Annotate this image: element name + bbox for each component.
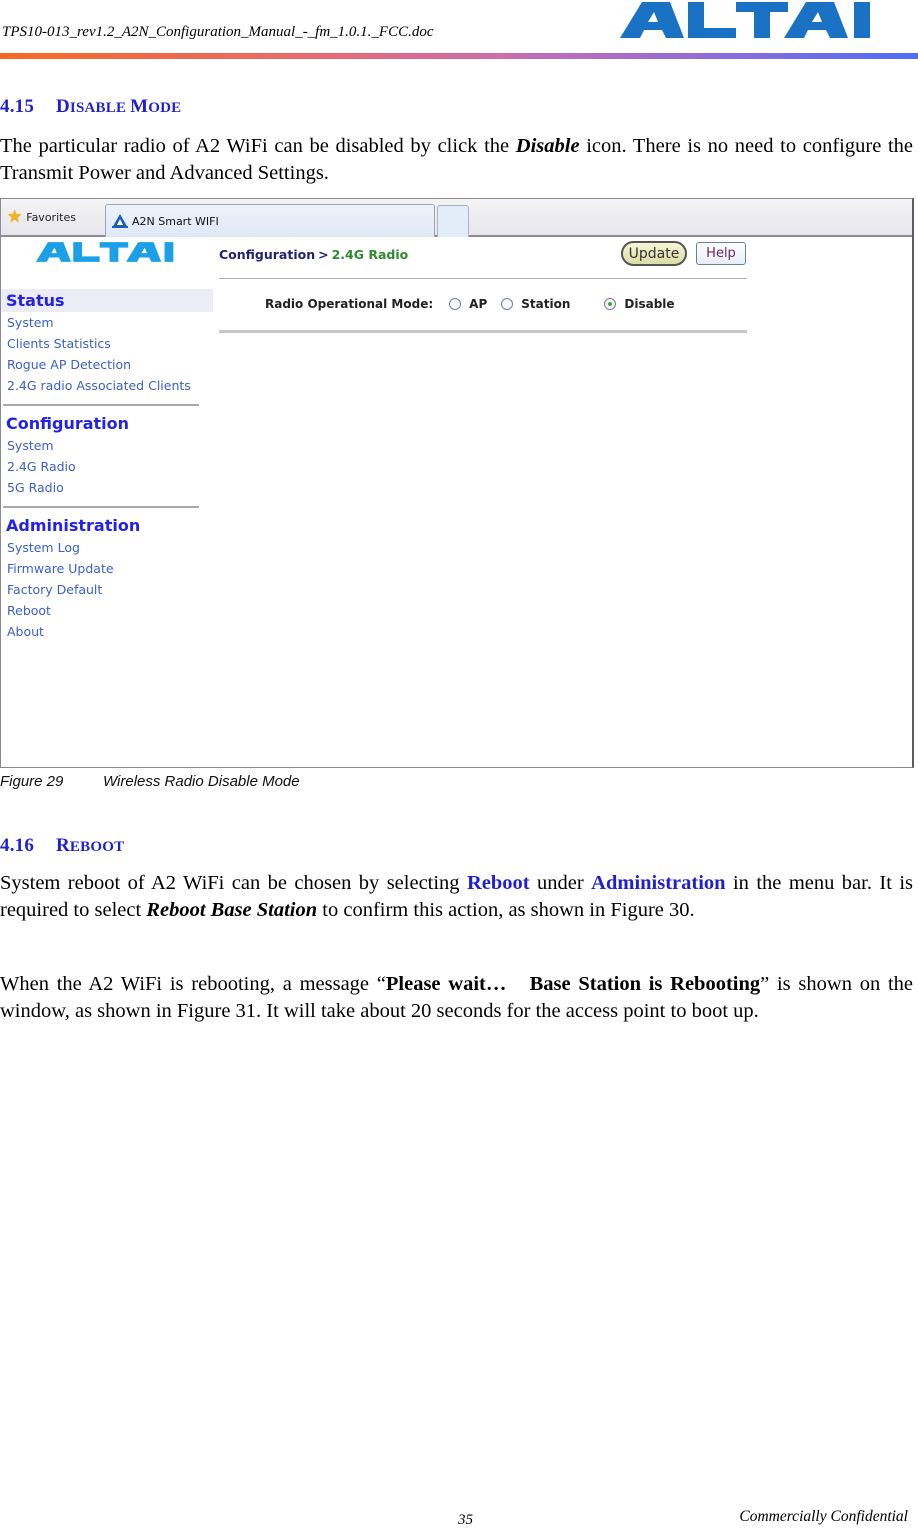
altai-page-logo: [35, 242, 174, 262]
sidebar-item-firmware-update[interactable]: Firmware Update: [1, 558, 213, 579]
sidebar-item-associated-clients[interactable]: 2.4G radio Associated Clients: [1, 375, 213, 396]
confidential-notice: Commercially Confidential: [739, 1508, 908, 1525]
content-divider-top: [219, 278, 747, 279]
sidebar-divider: [3, 506, 199, 508]
breadcrumb: Configuration >2.4G Radio: [219, 247, 408, 262]
sidebar-item-config-system[interactable]: System: [1, 435, 213, 456]
radio-option-ap[interactable]: AP: [449, 297, 487, 311]
administration-reference: Administration: [591, 872, 726, 894]
sidebar-heading-status[interactable]: Status: [1, 289, 213, 312]
radio-button-disable[interactable]: [604, 298, 617, 310]
breadcrumb-current: 2.4G Radio: [331, 247, 409, 262]
radio-option-station[interactable]: Station: [501, 297, 570, 311]
header-gradient-bar: [0, 53, 918, 59]
page-number: 35: [458, 1512, 473, 1528]
content-divider-bottom: [219, 330, 747, 333]
sidebar-item-5g-radio[interactable]: 5G Radio: [1, 477, 213, 498]
radio-option-disable[interactable]: Disable: [604, 297, 675, 311]
sidebar-item-status-system[interactable]: System: [1, 312, 213, 333]
section-4-16-paragraph-2: When the A2 WiFi is rebooting, a message…: [0, 973, 913, 1022]
star-icon: ★: [7, 207, 23, 227]
favorites-button[interactable]: ★ Favorites: [7, 207, 76, 227]
sidebar-nav: Status System Clients Statistics Rogue A…: [1, 289, 213, 642]
radio-button-station[interactable]: [501, 298, 514, 310]
document-filename: TPS10-013_rev1.2_A2N_Configuration_Manua…: [2, 24, 434, 40]
section-4-15-paragraph: The particular radio of A2 WiFi can be d…: [0, 135, 913, 184]
document-header: TPS10-013_rev1.2_A2N_Configuration_Manua…: [0, 0, 918, 60]
browser-tab-a2n[interactable]: A2N Smart WIFI: [105, 204, 435, 237]
reboot-reference: Reboot: [466, 872, 530, 894]
sidebar-item-rogue-ap-detection[interactable]: Rogue AP Detection: [1, 354, 213, 375]
browser-favorites-bar: ★ Favorites A2N Smart WIFI: [1, 199, 912, 237]
sidebar-heading-configuration[interactable]: Configuration: [1, 412, 213, 435]
sidebar-item-about[interactable]: About: [1, 621, 213, 642]
sidebar-item-2-4g-radio[interactable]: 2.4G Radio: [1, 456, 213, 477]
sidebar-item-reboot[interactable]: Reboot: [1, 600, 213, 621]
altai-logo: [620, 2, 870, 38]
breadcrumb-root: Configuration: [219, 247, 316, 262]
figure-caption: Figure 29 Wireless Radio Disable Mode: [0, 773, 300, 790]
section-heading-4-15: 4.15 DISABLE MODE: [0, 96, 182, 117]
mode-label: Radio Operational Mode:: [265, 297, 434, 311]
radio-operational-mode: Radio Operational Mode: AP Station Disab…: [265, 297, 675, 311]
radio-button-ap[interactable]: [449, 298, 462, 310]
new-tab-button[interactable]: [437, 205, 469, 237]
altai-tab-icon: [112, 214, 128, 228]
help-button[interactable]: Help: [696, 242, 746, 265]
sidebar-item-factory-default[interactable]: Factory Default: [1, 579, 213, 600]
sidebar-divider: [3, 404, 199, 406]
section-heading-4-16: 4.16 REBOOT: [0, 835, 125, 856]
sidebar-item-system-log[interactable]: System Log: [1, 537, 213, 558]
browser-screenshot: ★ Favorites A2N Smart WIFI Status System…: [0, 198, 914, 768]
sidebar-item-clients-statistics[interactable]: Clients Statistics: [1, 333, 213, 354]
update-button[interactable]: Update: [621, 241, 687, 266]
sidebar-heading-administration[interactable]: Administration: [1, 514, 213, 537]
breadcrumb-separator: >: [318, 247, 329, 262]
section-4-16-paragraph-1: System reboot of A2 WiFi can be chosen b…: [0, 872, 913, 921]
